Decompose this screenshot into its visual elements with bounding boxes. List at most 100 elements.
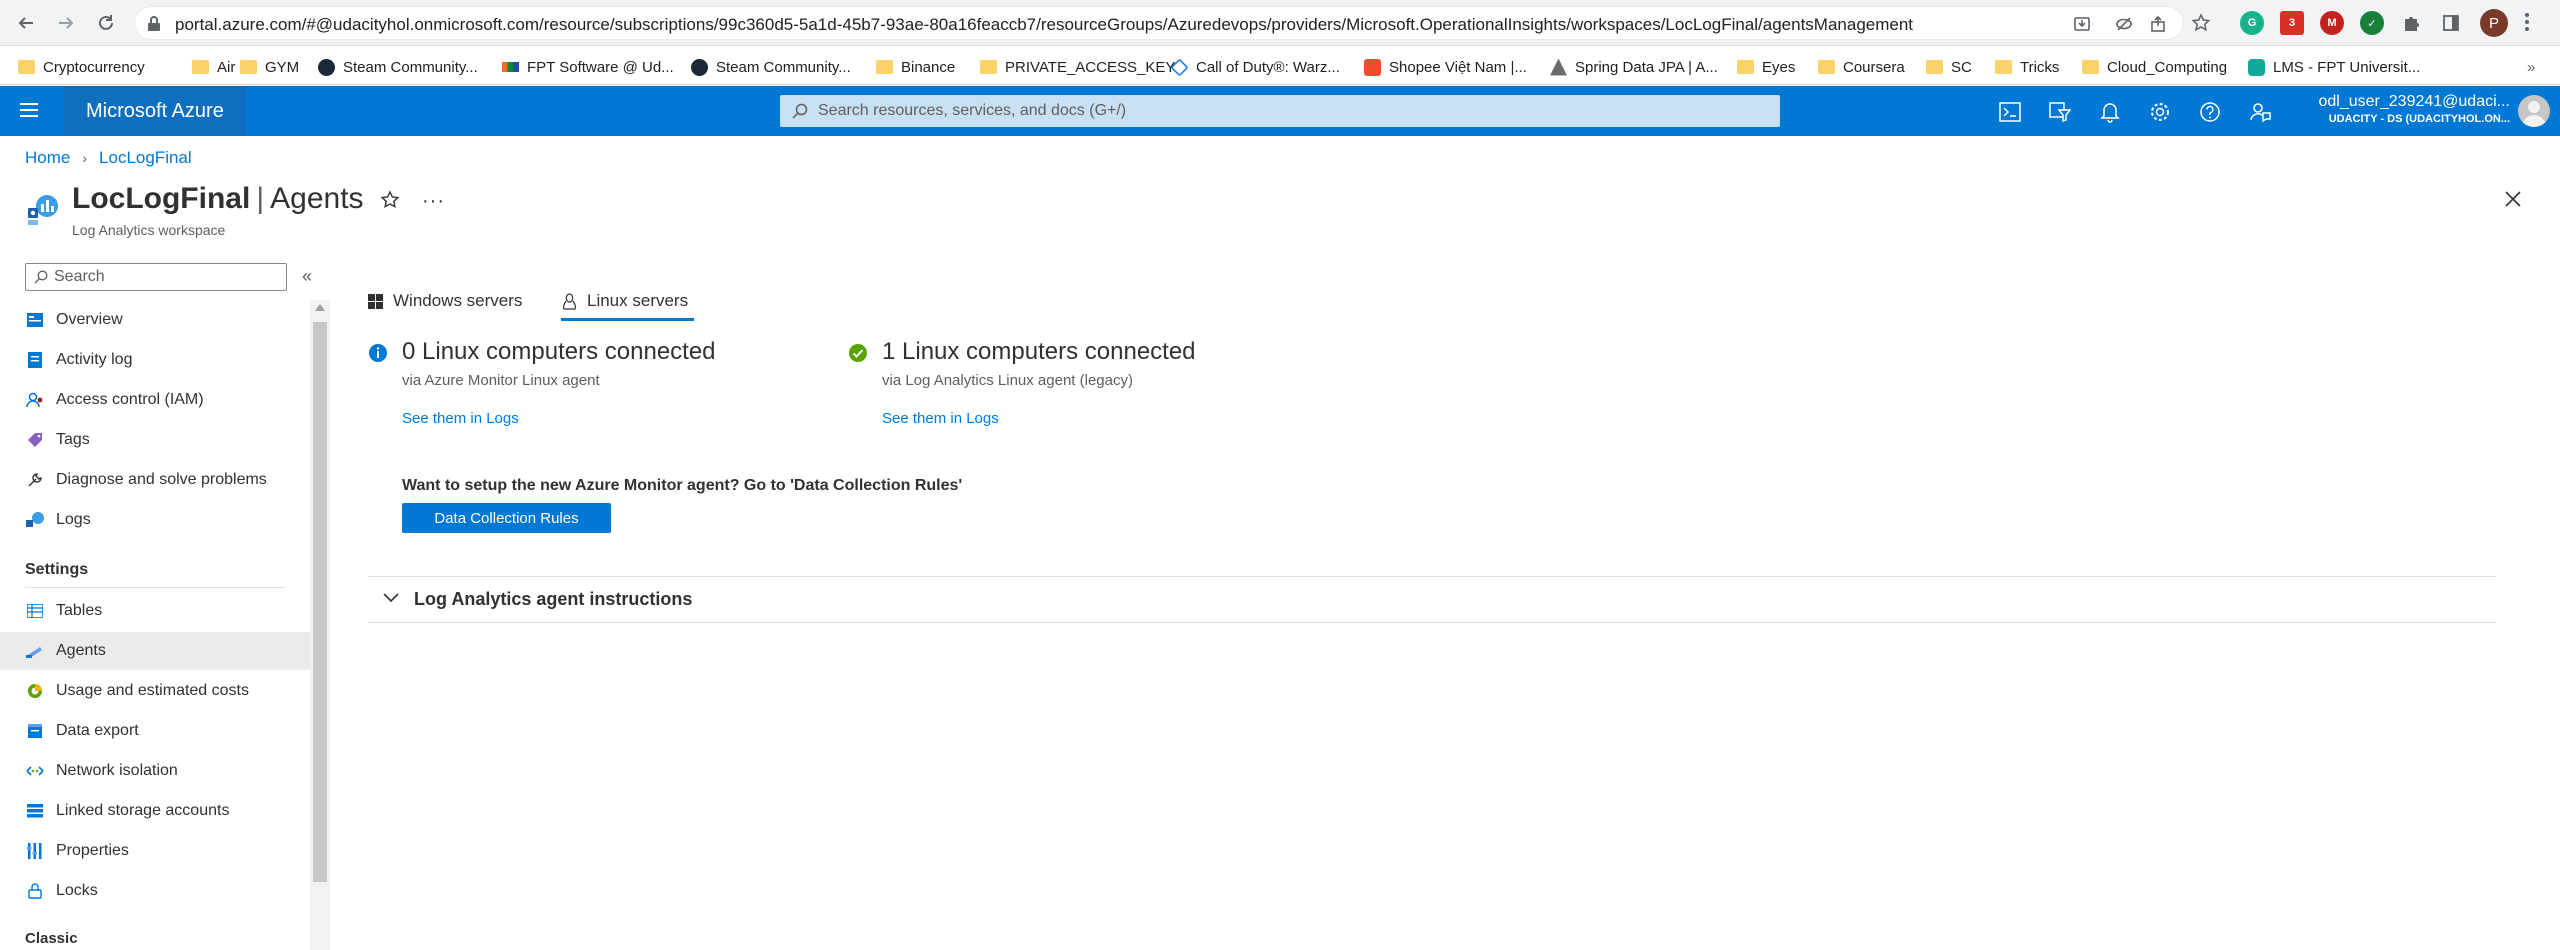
tab-label: Windows servers: [393, 291, 523, 310]
agents-icon: [25, 641, 45, 661]
lock-icon[interactable]: [147, 16, 161, 32]
see-in-logs-link[interactable]: See them in Logs: [402, 410, 519, 427]
feedback-icon[interactable]: [2246, 98, 2274, 126]
bookmark-item[interactable]: Air: [192, 56, 235, 78]
share-icon[interactable]: [2147, 13, 2169, 35]
eye-off-icon[interactable]: [2113, 13, 2135, 35]
bookmarks-overflow-icon[interactable]: »: [2527, 56, 2535, 78]
tab-selected-indicator: [561, 318, 694, 321]
folder-icon: [18, 60, 35, 74]
cloud-shell-icon[interactable]: [1996, 98, 2024, 126]
windows-icon: [368, 293, 383, 309]
bookmark-label: Tricks: [2020, 58, 2060, 76]
sidebar-item-network-isolation[interactable]: Network isolation: [0, 752, 310, 790]
bookmark-label: FPT Software @ Ud...: [527, 58, 674, 76]
bookmark-item[interactable]: Coursera: [1818, 56, 1905, 78]
bookmark-item[interactable]: Steam Community...: [691, 56, 851, 78]
sidebar-item-properties[interactable]: Properties: [0, 832, 310, 870]
search-icon: [34, 270, 48, 284]
sidebar-item-linked-storage-accounts[interactable]: Linked storage accounts: [0, 792, 310, 830]
sidebar-item-usage-and-estimated-costs[interactable]: Usage and estimated costs: [0, 672, 310, 710]
back-icon[interactable]: [12, 9, 40, 37]
url-text[interactable]: portal.azure.com/#@udacityhol.onmicrosof…: [175, 15, 1913, 35]
sidebar-section-classic: Classic: [25, 930, 78, 947]
notifications-icon[interactable]: [2096, 98, 2124, 126]
side-panel-icon[interactable]: [2440, 12, 2462, 34]
help-icon[interactable]: [2196, 98, 2224, 126]
tab-linux-servers[interactable]: Linux servers: [562, 282, 688, 320]
bookmark-item[interactable]: Eyes: [1737, 56, 1795, 78]
account-info[interactable]: odl_user_239241@udaci... UDACITY - DS (U…: [2310, 93, 2511, 125]
divider: [368, 576, 2496, 577]
sidebar-item-activity-log[interactable]: Activity log: [0, 341, 310, 379]
sidebar-item-agents[interactable]: Agents: [0, 632, 310, 670]
scrollbar-thumb[interactable]: [313, 322, 327, 882]
tab-windows-servers[interactable]: Windows servers: [368, 282, 522, 320]
log-analytics-icon: [25, 192, 59, 226]
success-check-icon: [848, 343, 868, 363]
see-in-logs-link[interactable]: See them in Logs: [882, 410, 999, 427]
bookmark-star-icon[interactable]: [2190, 12, 2212, 34]
bookmark-item[interactable]: FPT Software @ Ud...: [502, 56, 674, 78]
sidebar-item-tables[interactable]: Tables: [0, 592, 310, 630]
sidebar-item-overview[interactable]: Overview: [0, 301, 310, 339]
close-icon[interactable]: [2504, 190, 2522, 208]
grammarly-extension-icon[interactable]: G: [2240, 11, 2264, 35]
sidebar-item-diagnose-and-solve-problems[interactable]: Diagnose and solve problems: [0, 461, 310, 499]
storage-icon: [25, 801, 45, 821]
resource-name: LocLogFinal: [72, 182, 251, 215]
bookmark-item[interactable]: Cloud_Computing: [2082, 56, 2227, 78]
bookmark-item[interactable]: Tricks: [1995, 56, 2059, 78]
avatar[interactable]: [2518, 95, 2550, 127]
breadcrumb-resource[interactable]: LocLogFinal: [99, 148, 192, 168]
wrench-icon: [25, 470, 45, 490]
data-collection-rules-button[interactable]: Data Collection Rules: [402, 503, 611, 533]
menu-icon[interactable]: [18, 101, 40, 119]
azure-brand[interactable]: Microsoft Azure: [64, 86, 246, 136]
browser-menu-icon[interactable]: [2524, 11, 2530, 33]
profile-avatar[interactable]: P: [2480, 9, 2508, 37]
tag-icon: [25, 430, 45, 450]
sidebar-item-logs[interactable]: Logs: [0, 501, 310, 539]
forward-icon[interactable]: [52, 9, 80, 37]
breadcrumb-home[interactable]: Home: [25, 148, 70, 168]
bookmark-item[interactable]: Call of Duty®: Warz...: [1170, 56, 1340, 78]
directory-filter-icon[interactable]: [2046, 98, 2074, 126]
extension-badge-icon[interactable]: 3: [2280, 11, 2304, 35]
bookmark-item[interactable]: LMS - FPT Universit...: [2248, 56, 2420, 78]
bookmark-item[interactable]: Steam Community...: [318, 56, 478, 78]
page-title: LocLogFinal | Agents: [72, 182, 364, 216]
reload-icon[interactable]: [92, 9, 120, 37]
global-search-input[interactable]: Search resources, services, and docs (G+…: [780, 95, 1780, 127]
bookmark-item[interactable]: SC: [1926, 56, 1972, 78]
bookmark-item[interactable]: Spring Data JPA | A...: [1550, 56, 1718, 78]
bookmark-item[interactable]: Shopee Việt Nam |...: [1364, 56, 1527, 78]
sidebar-item-tags[interactable]: Tags: [0, 421, 310, 459]
scroll-up-arrow[interactable]: [315, 304, 325, 311]
sidebar-item-locks[interactable]: Locks: [0, 872, 310, 910]
bookmark-label: Spring Data JPA | A...: [1575, 58, 1718, 76]
puzzle-icon[interactable]: [2400, 12, 2422, 34]
chevron-down-icon[interactable]: [383, 593, 399, 603]
address-bar[interactable]: portal.azure.com/#@udacityhol.onmicrosof…: [134, 6, 2184, 40]
usage-icon: [25, 681, 45, 701]
shield-extension-icon[interactable]: ✓: [2360, 11, 2384, 35]
more-options-icon[interactable]: ···: [422, 190, 445, 213]
bookmark-item[interactable]: Cryptocurrency: [18, 56, 145, 78]
mail-extension-icon[interactable]: M: [2320, 11, 2344, 35]
install-app-icon[interactable]: [2071, 13, 2093, 35]
sidebar: Overview Activity log Access control (IAM)…: [0, 300, 310, 950]
sidebar-search-input[interactable]: Search: [25, 263, 287, 291]
bookmark-item[interactable]: GYM: [240, 56, 299, 78]
settings-gear-icon[interactable]: [2146, 98, 2174, 126]
favorite-star-icon[interactable]: [380, 190, 400, 210]
sidebar-item-access-control-iam[interactable]: Access control (IAM): [0, 381, 310, 419]
agent-instructions-accordion[interactable]: Log Analytics agent instructions: [414, 589, 692, 610]
sidebar-item-data-export[interactable]: Data export: [0, 712, 310, 750]
properties-icon: [25, 841, 45, 861]
bookmark-item[interactable]: Binance: [876, 56, 955, 78]
sidebar-item-label: Logs: [56, 511, 91, 528]
browser-toolbar: portal.azure.com/#@udacityhol.onmicrosof…: [0, 0, 2560, 46]
bookmark-item[interactable]: PRIVATE_ACCESS_KEY: [980, 56, 1175, 78]
collapse-sidebar-icon[interactable]: «: [302, 266, 312, 287]
